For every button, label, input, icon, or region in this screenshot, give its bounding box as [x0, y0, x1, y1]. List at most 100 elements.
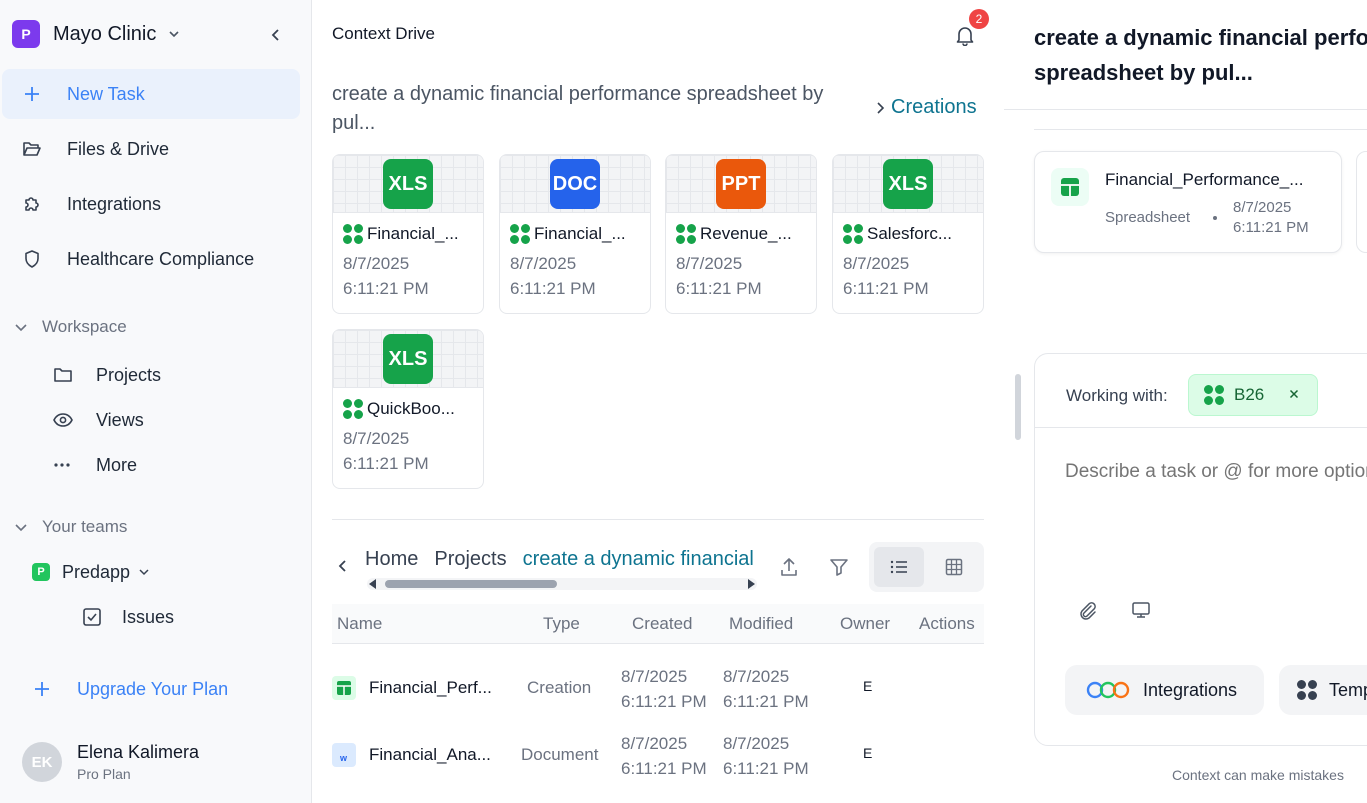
- avatar: EK: [22, 742, 62, 782]
- context-chip[interactable]: B26: [1188, 374, 1318, 416]
- collapse-sidebar-button[interactable]: [266, 25, 286, 45]
- folder-icon: [52, 364, 74, 386]
- task-title-line: spreadsheet by pul...: [1034, 60, 1253, 85]
- col-actions: Actions: [919, 614, 975, 633]
- sidebar-item-projects[interactable]: Projects: [52, 360, 161, 390]
- upgrade-plan-button[interactable]: Upgrade Your Plan: [34, 676, 228, 702]
- breadcrumb: Home Projects create a dynamic financial…: [365, 546, 760, 572]
- breadcrumb-projects[interactable]: Projects: [434, 548, 506, 571]
- org-avatar: P: [12, 20, 40, 48]
- scroll-left-icon[interactable]: [369, 579, 376, 589]
- plus-icon: [35, 682, 49, 696]
- task-input[interactable]: [1065, 461, 1367, 483]
- table-row[interactable]: Financial_Perf... Creation 8/7/2025 6:11…: [332, 658, 984, 718]
- grid-view-button[interactable]: [929, 547, 979, 587]
- artifact-name: Financial_Performance_...: [1105, 170, 1304, 189]
- row-name[interactable]: Financial_Ana...: [369, 745, 509, 765]
- org-switcher[interactable]: P Mayo Clinic: [12, 20, 182, 48]
- divider: [1035, 427, 1367, 428]
- new-task-button[interactable]: New Task: [2, 69, 300, 119]
- filter-icon[interactable]: [828, 556, 850, 578]
- file-thumbnail: DOC: [500, 155, 650, 213]
- close-icon[interactable]: [1287, 387, 1301, 401]
- workspace-section-toggle[interactable]: Workspace: [14, 315, 127, 339]
- col-created[interactable]: Created: [632, 614, 692, 634]
- col-name[interactable]: Name: [337, 614, 382, 634]
- sidebar-item-issues[interactable]: Issues: [81, 602, 174, 632]
- user-profile[interactable]: EK Elena Kalimera Pro Plan: [22, 742, 199, 782]
- file-time-line: 6:11:21 PM: [843, 279, 929, 298]
- monitor-icon[interactable]: [1130, 599, 1152, 621]
- sidebar-item-files-drive[interactable]: Files & Drive: [2, 124, 300, 174]
- apps-icon: [510, 224, 530, 244]
- table-row[interactable]: w Financial_Ana... Document 8/7/2025 6:1…: [332, 725, 984, 785]
- grid-icon: [945, 558, 963, 576]
- scroll-right-icon[interactable]: [748, 579, 755, 589]
- file-name: QuickBoo...: [367, 399, 455, 418]
- scrollbar-thumb[interactable]: [385, 580, 557, 588]
- file-card[interactable]: PPT Revenue_... 8/7/2025 6:11:21 PM: [665, 154, 817, 314]
- modified-date: 8/7/2025: [723, 667, 790, 686]
- upgrade-label: Upgrade Your Plan: [77, 678, 229, 699]
- creations-link[interactable]: Creations: [873, 96, 977, 119]
- created-time: 6:11:21 PM: [621, 692, 707, 711]
- nav-label: Integrations: [67, 193, 162, 214]
- teams-section-toggle[interactable]: Your teams: [14, 515, 127, 539]
- artifact-card[interactable]: [1356, 151, 1367, 253]
- breadcrumb-current[interactable]: create a dynamic financial performance s…: [523, 548, 760, 571]
- task-title-line: create a dynamic financial performance: [1034, 25, 1367, 50]
- col-type[interactable]: Type: [543, 614, 580, 634]
- created-date: 8/7/2025: [621, 734, 688, 753]
- file-type-badge: XLS: [383, 334, 433, 384]
- file-date: 8/7/2025 6:11:21 PM: [843, 251, 983, 301]
- file-card[interactable]: XLS Salesforc... 8/7/2025 6:11:21 PM: [832, 154, 984, 314]
- file-card[interactable]: XLS Financial_... 8/7/2025 6:11:21 PM: [332, 154, 484, 314]
- file-date-line: 8/7/2025: [510, 254, 577, 273]
- context-drive-panel: Context Drive 2 create a dynamic financi…: [313, 0, 1021, 803]
- divider: [332, 519, 984, 520]
- nav-label: Files & Drive: [67, 138, 170, 159]
- file-date-line: 8/7/2025: [843, 254, 910, 273]
- breadcrumb-home[interactable]: Home: [365, 548, 418, 571]
- sidebar-item-healthcare-compliance[interactable]: Healthcare Compliance: [2, 234, 300, 284]
- file-date: 8/7/2025 6:11:21 PM: [676, 251, 816, 301]
- row-name[interactable]: Financial_Perf...: [369, 678, 509, 698]
- sidebar-item-more[interactable]: More: [52, 450, 137, 480]
- integrations-button[interactable]: Integrations: [1065, 665, 1264, 715]
- file-time-line: 6:11:21 PM: [676, 279, 762, 298]
- templates-label: Templates: [1329, 679, 1367, 700]
- apps-icon: [343, 399, 363, 419]
- file-time-line: 6:11:21 PM: [510, 279, 596, 298]
- chevron-down-icon: [169, 31, 179, 38]
- divider: [1034, 129, 1367, 130]
- team-predapp[interactable]: P Predapp: [32, 557, 150, 587]
- templates-button[interactable]: Templates: [1279, 665, 1367, 715]
- list-view-button[interactable]: [874, 547, 924, 587]
- checkbox-icon: [81, 606, 103, 628]
- apps-icon: [676, 224, 696, 244]
- artifact-type: Spreadsheet: [1105, 209, 1191, 226]
- paperclip-icon[interactable]: [1076, 599, 1098, 621]
- created-time: 6:11:21 PM: [621, 759, 707, 778]
- artifact-date-line: 8/7/2025: [1233, 199, 1292, 216]
- upload-icon[interactable]: [778, 556, 800, 578]
- file-card[interactable]: XLS QuickBoo... 8/7/2025 6:11:21 PM: [332, 329, 484, 489]
- task-heading: create a dynamic financial performance s…: [332, 83, 824, 134]
- shield-icon: [22, 249, 42, 269]
- artifact-card[interactable]: Financial_Performance_... Spreadsheet 8/…: [1034, 151, 1342, 253]
- table-header: Name Type Created Modified Owner Actions: [332, 604, 984, 644]
- breadcrumb-scrollbar[interactable]: [367, 578, 757, 590]
- back-chevron-icon[interactable]: [335, 558, 351, 574]
- chevron-down-icon: [15, 324, 27, 332]
- col-modified[interactable]: Modified: [729, 614, 793, 634]
- file-date-line: 8/7/2025: [676, 254, 743, 273]
- row-type: Creation: [527, 678, 592, 697]
- sidebar-item-views[interactable]: Views: [52, 405, 144, 435]
- document-icon: w: [332, 743, 356, 767]
- sidebar-item-integrations[interactable]: Integrations: [2, 179, 300, 229]
- col-owner[interactable]: Owner: [840, 614, 890, 634]
- artifact-time-line: 6:11:21 PM: [1233, 219, 1309, 236]
- modified-time: 6:11:21 PM: [723, 692, 809, 711]
- row-created: 8/7/2025 6:11:21 PM: [621, 664, 707, 714]
- file-card[interactable]: DOC Financial_... 8/7/2025 6:11:21 PM: [499, 154, 651, 314]
